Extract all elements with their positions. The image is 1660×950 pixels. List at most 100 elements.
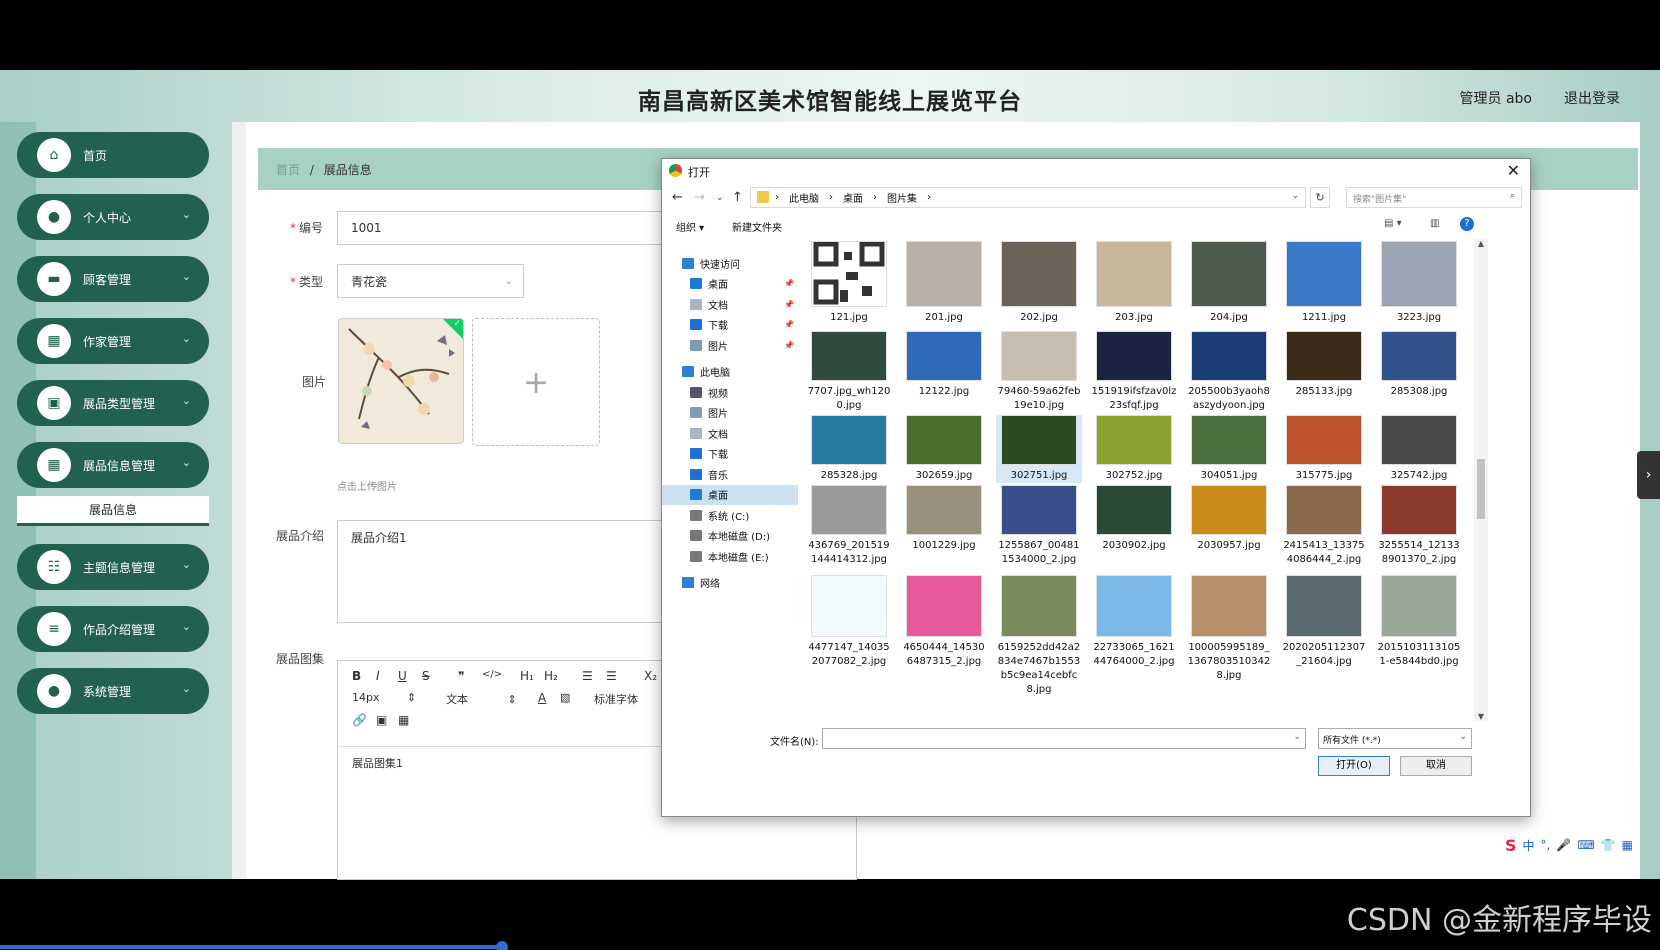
type-select[interactable]: 青花瓷 ⌄ [337,264,524,298]
sidebar-item[interactable]: ● 个人中心 ⌄ [17,194,209,240]
file-item[interactable]: 302751.jpg [996,415,1082,483]
tree-item[interactable]: 快速访问 [662,253,798,274]
file-item[interactable]: 12122.jpg [901,331,987,399]
video-progress-bar[interactable] [0,945,500,949]
file-item[interactable]: 4477147_140352077082_2.jpg [806,575,892,669]
tree-item[interactable]: 下载 [662,444,798,465]
file-item[interactable]: 7707.jpg_wh1200.jpg [806,331,892,413]
add-image-button[interactable]: + [472,318,600,446]
file-grid-scrollbar[interactable]: ▲ ▼ [1474,239,1488,721]
image-icon[interactable]: ▣ [376,713,387,727]
close-icon[interactable]: ✕ [1507,161,1520,180]
main-scrollbar[interactable] [232,122,246,879]
ime-mode[interactable]: 中 [1523,837,1535,854]
tree-item[interactable]: 图片 📌 [662,335,798,356]
file-item[interactable]: 151919ifsfzav0lz23sfqf.jpg [1091,331,1177,413]
file-item[interactable]: 6159252dd42a2834e7467b1553b5c9ea14cebfc8… [996,575,1082,697]
video-progress-handle[interactable] [496,941,508,950]
intro-textarea[interactable]: 展品介绍1 [337,520,677,623]
bold-icon[interactable]: B [352,669,361,683]
file-item[interactable]: 285328.jpg [806,415,892,483]
tree-item[interactable]: 本地磁盘 (D:) [662,526,798,547]
filetype-select[interactable]: 所有文件 (*.*) ⌄ [1318,728,1472,749]
tree-item[interactable]: 此电脑 [662,362,798,383]
pin-icon[interactable]: 📌 [784,300,794,309]
video-icon[interactable]: ▦ [398,713,409,727]
tree-item[interactable]: 文档 [662,423,798,444]
ime-toolbar[interactable]: S 中 °, 🎤 ⌨ 👕 ▦ [1505,835,1633,855]
file-item[interactable]: 3255514_121338901370_2.jpg [1376,485,1462,567]
skin-icon[interactable]: 👕 [1601,838,1616,852]
bullet-list-icon[interactable]: ☰ [606,669,617,683]
file-item[interactable]: 22733065_162144764000_2.jpg [1091,575,1177,669]
search-input[interactable]: 搜索"图片集" ⌕ [1346,187,1522,208]
tree-item[interactable]: 网络 [662,573,798,594]
scroll-thumb[interactable] [1477,459,1485,519]
preview-pane-icon[interactable]: ▥ [1430,218,1439,229]
file-item[interactable]: 285308.jpg [1376,331,1462,399]
font-family-select[interactable]: 标准字体 [594,691,638,707]
file-item[interactable]: 285133.jpg [1281,331,1367,399]
sidebar-item[interactable]: ☷ 主题信息管理 ⌄ [17,544,209,590]
file-item[interactable]: 1001229.jpg [901,485,987,553]
tree-item[interactable]: 下载 📌 [662,315,798,336]
background-color-icon[interactable]: ▧ [560,691,570,704]
file-item[interactable]: 204.jpg [1186,241,1272,325]
refresh-icon[interactable]: ↻ [1310,187,1330,208]
microphone-icon[interactable]: 🎤 [1556,838,1571,852]
font-color-icon[interactable]: A [538,691,546,705]
file-item[interactable]: 203.jpg [1091,241,1177,325]
file-item[interactable]: 205500b3yaoh8aszydyoon.jpg [1186,331,1272,413]
path-segment[interactable]: 图片集 [887,190,917,205]
forward-icon[interactable]: → [694,190,705,205]
back-icon[interactable]: ← [672,190,683,205]
help-icon[interactable]: ? [1460,217,1474,231]
file-item[interactable]: 2020205112307_21604.jpg [1281,575,1367,669]
sidebar-item[interactable]: ▣ 展品类型管理 ⌄ [17,380,209,426]
file-item[interactable]: 325742.jpg [1376,415,1462,483]
scroll-up-icon[interactable]: ▲ [1474,239,1488,248]
address-bar[interactable]: › 此电脑 › 桌面 › 图片集 › ⌄ [750,187,1306,208]
file-item[interactable]: 121.jpg [806,241,892,325]
sidebar-item[interactable]: ⌂ 首页 [17,132,209,178]
ordered-list-icon[interactable]: ☰ [582,669,593,683]
punctuation-icon[interactable]: °, [1541,838,1551,852]
up-icon[interactable]: ↑ [732,190,743,205]
italic-icon[interactable]: I [376,669,380,683]
path-segment[interactable]: 桌面 [843,190,863,205]
strikethrough-icon[interactable]: S [422,669,430,683]
organize-button[interactable]: 组织 ▾ [676,219,704,234]
subscript-icon[interactable]: X₂ [644,669,657,683]
file-item[interactable]: 304051.jpg [1186,415,1272,483]
file-item[interactable]: 302659.jpg [901,415,987,483]
file-item[interactable]: 100005995189_13678035103428.jpg [1186,575,1272,683]
text-style-select[interactable]: 文本 ⇕ [446,691,517,707]
tree-item[interactable]: 桌面 [662,484,798,505]
heading2-icon[interactable]: H₂ [544,669,558,683]
tree-item[interactable]: 视频 [662,382,798,403]
sidebar-subitem-exhibit-info[interactable]: 展品信息 [17,496,209,526]
logout-link[interactable]: 退出登录 [1564,88,1620,108]
keyboard-icon[interactable]: ⌨ [1577,838,1594,852]
tree-item[interactable]: 桌面 📌 [662,274,798,295]
side-panel-toggle[interactable]: › [1637,451,1660,499]
file-item[interactable]: 20151031131051-e5844bd0.jpg [1376,575,1462,669]
sogou-ime-icon[interactable]: S [1505,836,1517,855]
tree-item[interactable]: 音乐 [662,464,798,485]
link-icon[interactable]: 🔗 [352,713,367,727]
file-item[interactable]: 2030902.jpg [1091,485,1177,553]
new-folder-button[interactable]: 新建文件夹 [732,219,782,234]
file-item[interactable]: 2415413_133754086444_2.jpg [1281,485,1367,567]
file-item[interactable]: 3223.jpg [1376,241,1462,325]
sidebar-item[interactable]: ▦ 展品信息管理 ⌄ [17,442,209,488]
file-item[interactable]: 4650444_145306487315_2.jpg [901,575,987,669]
file-item[interactable]: 202.jpg [996,241,1082,325]
filename-input[interactable]: ⌄ [822,728,1306,749]
file-item[interactable]: 1211.jpg [1281,241,1367,325]
breadcrumb-home[interactable]: 首页 [276,163,300,177]
uploaded-image-thumbnail[interactable]: ✓ [338,318,464,444]
file-item[interactable]: 201.jpg [901,241,987,325]
heading1-icon[interactable]: H₁ [520,669,534,683]
code-icon[interactable]: </> [482,669,502,680]
pin-icon[interactable]: 📌 [784,341,794,350]
